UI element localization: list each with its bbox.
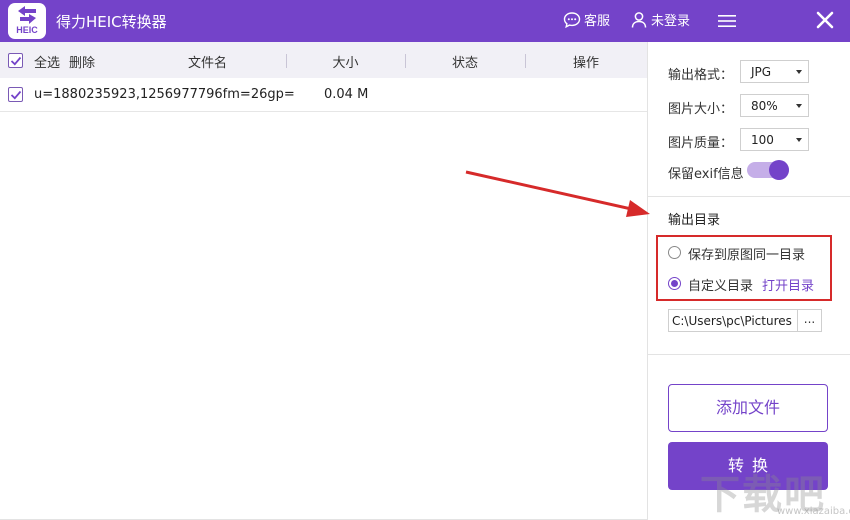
service-label: 客服	[584, 14, 611, 29]
select-all-checkbox[interactable]	[8, 53, 23, 68]
quality-select[interactable]: 100	[740, 128, 809, 151]
check-icon	[10, 56, 22, 66]
exif-label: 保留exif信息	[668, 167, 744, 182]
chevron-down-icon	[796, 70, 802, 74]
format-label: 输出格式：	[668, 68, 734, 83]
app-title: 得力HEIC转换器	[56, 13, 167, 31]
title-bar: HEIC 得力HEIC转换器 客服 未登录	[0, 0, 850, 42]
quality-value: 100	[751, 133, 774, 147]
service-button[interactable]: 客服	[563, 10, 610, 29]
user-icon	[631, 11, 647, 28]
select-all-label[interactable]: 全选	[34, 52, 60, 71]
format-select[interactable]: JPG	[740, 60, 809, 83]
format-value: JPG	[751, 65, 772, 79]
output-dir-title: 输出目录	[668, 213, 721, 228]
file-size: 0.04 M	[324, 87, 369, 102]
size-label: 图片大小：	[668, 102, 734, 117]
size-select[interactable]: 80%	[740, 94, 809, 117]
login-label: 未登录	[651, 14, 691, 29]
add-file-button[interactable]: 添加文件	[668, 384, 828, 432]
column-header-size: 大小	[332, 56, 359, 71]
list-header: 全选 删除 文件名 大小 状态 操作	[0, 42, 647, 78]
browse-button[interactable]: ...	[797, 309, 822, 332]
menu-icon[interactable]	[718, 14, 736, 28]
quality-label: 图片质量：	[668, 136, 734, 151]
logo-text: HEIC	[16, 25, 38, 35]
app-logo: HEIC	[8, 3, 46, 39]
arrows-icon	[18, 6, 36, 24]
chat-icon	[563, 11, 581, 28]
file-list: 全选 删除 文件名 大小 状态 操作 u=1880235923,12569777…	[0, 42, 648, 520]
divider	[648, 354, 850, 355]
exif-toggle[interactable]	[747, 160, 789, 180]
toggle-knob	[769, 160, 789, 180]
check-icon	[10, 90, 22, 100]
annotation-box	[656, 235, 832, 301]
chevron-down-icon	[796, 104, 802, 108]
login-button[interactable]: 未登录	[630, 10, 690, 29]
column-header-status: 状态	[451, 56, 478, 71]
size-value: 80%	[751, 99, 778, 113]
delete-button[interactable]: 删除	[69, 52, 95, 71]
file-name: u=1880235923,1256977796fm=26gp=	[34, 87, 295, 102]
row-checkbox[interactable]	[8, 87, 23, 102]
column-header-name: 文件名	[187, 56, 227, 71]
watermark-url: www.xiazaiba.com	[777, 506, 850, 517]
output-path-field[interactable]: C:\Users\pc\Pictures	[668, 309, 798, 332]
close-icon[interactable]	[816, 11, 834, 29]
column-header-action: 操作	[572, 56, 599, 71]
chevron-down-icon	[796, 138, 802, 142]
table-row[interactable]: u=1880235923,1256977796fm=26gp= 0.04 M	[0, 78, 647, 112]
divider	[648, 196, 850, 197]
